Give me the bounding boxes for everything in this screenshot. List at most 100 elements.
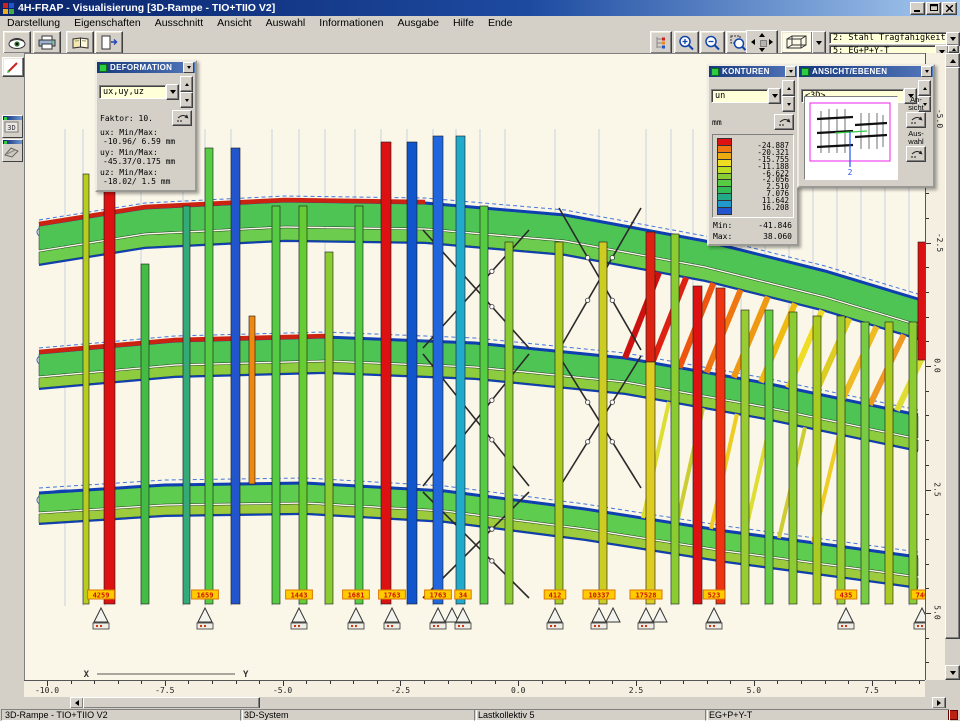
minimized-panel-ramp[interactable] (2, 139, 23, 162)
deformation-combo-arrow[interactable] (166, 84, 179, 100)
vertical-scrollbar[interactable] (945, 53, 960, 680)
pan-left-icon[interactable] (751, 39, 755, 45)
minimize-icon[interactable] (910, 2, 925, 15)
menu-item-ende[interactable]: Ende (481, 17, 520, 29)
ruler-label: 5.0 (747, 686, 761, 695)
vertical-scroll-thumb[interactable] (945, 67, 960, 639)
menu-item-hilfe[interactable]: Hilfe (446, 17, 481, 29)
options-tree-icon (654, 35, 668, 50)
model-column (183, 206, 190, 604)
maximize-icon[interactable] (926, 2, 941, 15)
spinner-down-icon[interactable] (782, 96, 795, 112)
ruler-tick (707, 681, 708, 684)
konturen-combo-arrow[interactable] (768, 88, 781, 104)
apply-view-button[interactable] (906, 112, 926, 128)
konturen-panel-titlebar[interactable]: KONTUREN (709, 66, 797, 77)
contour-legend: -24.887-20.321-15.755-11.188-6.622-2.056… (712, 134, 794, 218)
menu-item-ausschnitt[interactable]: Ausschnitt (148, 17, 210, 29)
support-triangle (707, 608, 721, 622)
title-bar: 4H-FRAP - Visualisierung [3D-Rampe - TIO… (0, 0, 960, 16)
ruler-tick (94, 681, 95, 684)
konturen-spinner[interactable] (782, 80, 795, 112)
zoom-in-button[interactable] (674, 31, 699, 54)
menu-item-ausgabe[interactable]: Ausgabe (391, 17, 446, 29)
model-column (646, 362, 655, 604)
ruler-label: 0.0 (933, 358, 942, 372)
model-column (646, 232, 655, 362)
konturen-combo[interactable]: un (711, 89, 768, 103)
support-tag-value: 1763 (430, 592, 447, 600)
deformation-spinner[interactable] (180, 76, 193, 108)
model-column (83, 174, 89, 604)
support-dot (462, 625, 464, 627)
ruler-tick (926, 465, 929, 466)
pan-right-icon[interactable] (769, 39, 773, 45)
view-3d-dropdown-arrow[interactable] (812, 31, 826, 54)
pan-center[interactable] (760, 40, 767, 47)
deformation-combo[interactable]: ux,uy,uz (99, 85, 166, 99)
model-column (381, 142, 391, 604)
legend-max-label: Max: (713, 232, 732, 241)
spinner-up-icon[interactable] (948, 45, 959, 53)
spinner-down-icon[interactable] (180, 92, 193, 108)
exit-door-icon (100, 35, 118, 50)
deformation-panel-titlebar[interactable]: DEFORMATION (97, 62, 195, 73)
support-dot (921, 625, 923, 627)
horizontal-scrollbar[interactable] (24, 697, 945, 708)
model-column (355, 206, 363, 604)
view-eye-button[interactable] (3, 31, 31, 54)
scroll-down-icon[interactable] (945, 665, 960, 680)
menu-item-informationen[interactable]: Informationen (312, 17, 390, 29)
view-preview[interactable]: 2 (804, 96, 898, 180)
panel-collapse-icon[interactable] (183, 62, 194, 73)
spinner-up-icon[interactable] (782, 80, 795, 96)
konturen-panel: KONTUREN un mm -24.887-20.321-15.755-11.… (707, 64, 799, 246)
view-3d-box-button[interactable] (781, 31, 813, 54)
apply-selection-button[interactable] (906, 146, 926, 162)
menu-item-eigenschaften[interactable]: Eigenschaften (67, 17, 148, 29)
minimized-panel-3d[interactable]: 3D (2, 115, 23, 138)
panel-collapse-icon[interactable] (921, 66, 932, 77)
menu-item-ansicht[interactable]: Ansicht (210, 17, 258, 29)
panel-icon (99, 64, 107, 72)
analysis-combo-arrow[interactable] (946, 32, 960, 46)
pan-down-icon[interactable] (759, 48, 765, 52)
apply-konturen-button[interactable] (774, 114, 794, 130)
pan-up-icon[interactable] (759, 33, 765, 37)
menu-item-darstellung[interactable]: Darstellung (0, 17, 67, 29)
support-tag-value: 412 (549, 592, 562, 600)
support-triangle (198, 608, 212, 622)
support-triangle (292, 608, 306, 622)
scroll-up-icon[interactable] (945, 53, 960, 68)
print-button[interactable] (33, 31, 61, 54)
ruler-tick (895, 681, 896, 684)
options-tree-button[interactable] (650, 31, 672, 54)
edit-pencil-button[interactable] (2, 57, 24, 77)
zoom-out-button[interactable] (700, 31, 725, 54)
mini-panel-ramp-icon (3, 144, 20, 158)
spinner-up-icon[interactable] (180, 76, 193, 92)
ansicht-panel-titlebar[interactable]: ANSICHT/EBENEN (799, 66, 933, 77)
support-tag-value: 523 (708, 592, 721, 600)
ruler-tick (589, 681, 590, 684)
model-column (741, 310, 749, 604)
close-icon[interactable] (942, 2, 957, 15)
menu-item-auswahl[interactable]: Auswahl (259, 17, 313, 29)
model-column (325, 252, 333, 604)
ruler-label: 5.0 (933, 605, 942, 619)
support-triangle (349, 608, 363, 622)
pan-pad[interactable] (746, 30, 778, 55)
ruler-tick (660, 681, 661, 684)
apply-deformation-button[interactable] (172, 110, 192, 126)
left-tool-strip: 3D (0, 53, 24, 708)
printer-icon (38, 35, 56, 50)
brace-joint-marker (610, 440, 614, 444)
analysis-combo[interactable]: 2: Stahl Tragfähigkeit (Th. 2. O (829, 32, 951, 44)
panel-collapse-icon[interactable] (785, 66, 796, 77)
diagonal-strut (652, 278, 686, 363)
ruler-label: -5.0 (273, 686, 292, 695)
exit-button[interactable] (95, 31, 123, 54)
help-book-button[interactable] (66, 31, 94, 54)
support-triangle (431, 608, 445, 622)
support-triangle (456, 608, 470, 622)
